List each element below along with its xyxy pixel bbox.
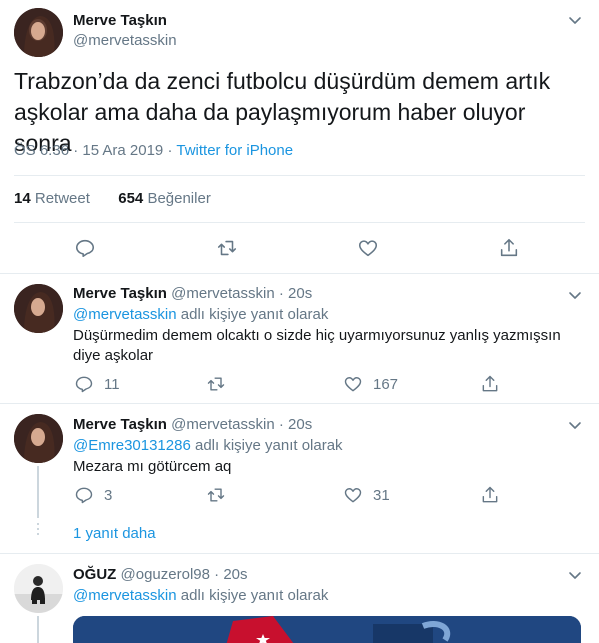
author-name[interactable]: Merve Taşkın bbox=[73, 416, 167, 433]
share-button[interactable] bbox=[498, 237, 520, 259]
like-count: 654 bbox=[118, 190, 144, 207]
retweet-stat[interactable]: 14 Retweet bbox=[14, 190, 90, 207]
tweet-time[interactable]: ÖS 6:36 · 15 Ara 2019 bbox=[14, 142, 163, 159]
reply-time[interactable]: 20s bbox=[223, 566, 247, 583]
reply-context: @Emre30131286 adlı kişiye yanıt olarak bbox=[73, 437, 343, 454]
reply-to-handle[interactable]: @mervetasskin bbox=[73, 587, 177, 604]
thread-line bbox=[37, 616, 39, 643]
like-count: 167 bbox=[373, 375, 399, 393]
reply-button[interactable]: 11 bbox=[74, 374, 120, 394]
reply-header: Merve Taşkın @mervetasskin · 20s bbox=[73, 416, 312, 433]
divider bbox=[0, 273, 599, 274]
divider bbox=[0, 553, 599, 554]
like-button[interactable]: 167 bbox=[343, 374, 398, 394]
author-name[interactable]: Merve Taşkın bbox=[73, 12, 167, 29]
avatar[interactable] bbox=[14, 414, 63, 463]
retweet-icon bbox=[207, 377, 225, 391]
like-button[interactable]: 31 bbox=[343, 485, 390, 505]
reply-context: @mervetasskin adlı kişiye yanıt olarak bbox=[73, 587, 328, 604]
like-stat[interactable]: 654 Beğeniler bbox=[118, 190, 211, 207]
reply-to-suffix: adlı kişiye yanıt olarak bbox=[180, 306, 329, 323]
meta-separator: · bbox=[278, 416, 284, 433]
like-icon bbox=[344, 488, 362, 503]
thread-line bbox=[37, 466, 39, 518]
reply-icon bbox=[75, 239, 95, 258]
reply-to-suffix: adlı kişiye yanıt olarak bbox=[194, 437, 343, 454]
reply-header: OĞUZ @oguzerol98 · 20s bbox=[73, 566, 248, 583]
avatar[interactable] bbox=[14, 284, 63, 333]
retweet-count: 14 bbox=[14, 190, 31, 207]
reply-context: @mervetasskin adlı kişiye yanıt olarak bbox=[73, 306, 328, 323]
chevron-down-icon[interactable] bbox=[565, 415, 585, 435]
retweet-button[interactable] bbox=[206, 485, 226, 505]
share-icon bbox=[500, 238, 518, 257]
show-more-replies[interactable]: 1 yanıt daha bbox=[73, 525, 156, 542]
divider bbox=[14, 175, 585, 176]
like-icon bbox=[358, 240, 378, 257]
reply-header: Merve Taşkın @mervetasskin · 20s bbox=[73, 285, 312, 302]
attached-image-content bbox=[73, 616, 581, 643]
thread-line-dotted bbox=[37, 533, 39, 535]
share-button[interactable] bbox=[480, 374, 500, 394]
retweet-icon bbox=[207, 488, 225, 502]
retweet-button[interactable] bbox=[216, 237, 238, 259]
chevron-down-icon[interactable] bbox=[565, 285, 585, 305]
like-count: 31 bbox=[373, 486, 390, 504]
author-handle[interactable]: @mervetasskin bbox=[171, 416, 275, 433]
author-name[interactable]: Merve Taşkın bbox=[73, 285, 167, 302]
reply-text: Düşürmedim demem olcaktı o sizde hiç uya… bbox=[73, 327, 561, 364]
thread-line-dotted bbox=[37, 523, 39, 525]
avatar[interactable] bbox=[14, 8, 63, 57]
retweet-button[interactable] bbox=[206, 374, 226, 394]
avatar[interactable] bbox=[14, 564, 63, 613]
reply-icon bbox=[75, 487, 93, 504]
divider bbox=[14, 222, 585, 223]
tweet-source[interactable]: Twitter for iPhone bbox=[176, 142, 293, 159]
retweet-icon bbox=[217, 240, 237, 256]
attached-image[interactable] bbox=[73, 616, 581, 643]
share-icon bbox=[482, 486, 498, 503]
reply-button[interactable]: 3 bbox=[74, 485, 112, 505]
reply-time[interactable]: 20s bbox=[288, 416, 312, 433]
reply-to-handle[interactable]: @mervetasskin bbox=[73, 306, 177, 323]
author-handle[interactable]: @mervetasskin bbox=[73, 32, 177, 49]
like-label: Beğeniler bbox=[147, 190, 211, 207]
meta-separator: · bbox=[278, 285, 284, 302]
chevron-down-icon[interactable] bbox=[565, 10, 585, 30]
share-icon bbox=[482, 375, 498, 392]
author-handle[interactable]: @oguzerol98 bbox=[121, 566, 210, 583]
share-button[interactable] bbox=[480, 485, 500, 505]
tweet-meta: ÖS 6:36 · 15 Ara 2019 · Twitter for iPho… bbox=[14, 142, 293, 159]
like-button[interactable] bbox=[357, 237, 379, 259]
reply-icon bbox=[75, 376, 93, 393]
author-handle[interactable]: @mervetasskin bbox=[171, 285, 275, 302]
reply-to-suffix: adlı kişiye yanıt olarak bbox=[180, 587, 329, 604]
reply-text: Mezara mı götürcem aq bbox=[73, 458, 232, 475]
reply-button[interactable] bbox=[74, 237, 96, 259]
author-name[interactable]: OĞUZ bbox=[73, 566, 116, 583]
chevron-down-icon[interactable] bbox=[565, 565, 585, 585]
meta-separator: · bbox=[214, 566, 220, 583]
retweet-label: Retweet bbox=[34, 190, 90, 207]
reply-time[interactable]: 20s bbox=[288, 285, 312, 302]
divider bbox=[0, 403, 599, 404]
thread-line-dotted bbox=[37, 528, 39, 530]
like-icon bbox=[344, 377, 362, 392]
tweet-stats: 14 Retweet 654 Beğeniler bbox=[14, 190, 211, 207]
reply-count: 3 bbox=[104, 486, 113, 504]
reply-count: 11 bbox=[104, 375, 120, 393]
reply-to-handle[interactable]: @Emre30131286 bbox=[73, 437, 191, 454]
